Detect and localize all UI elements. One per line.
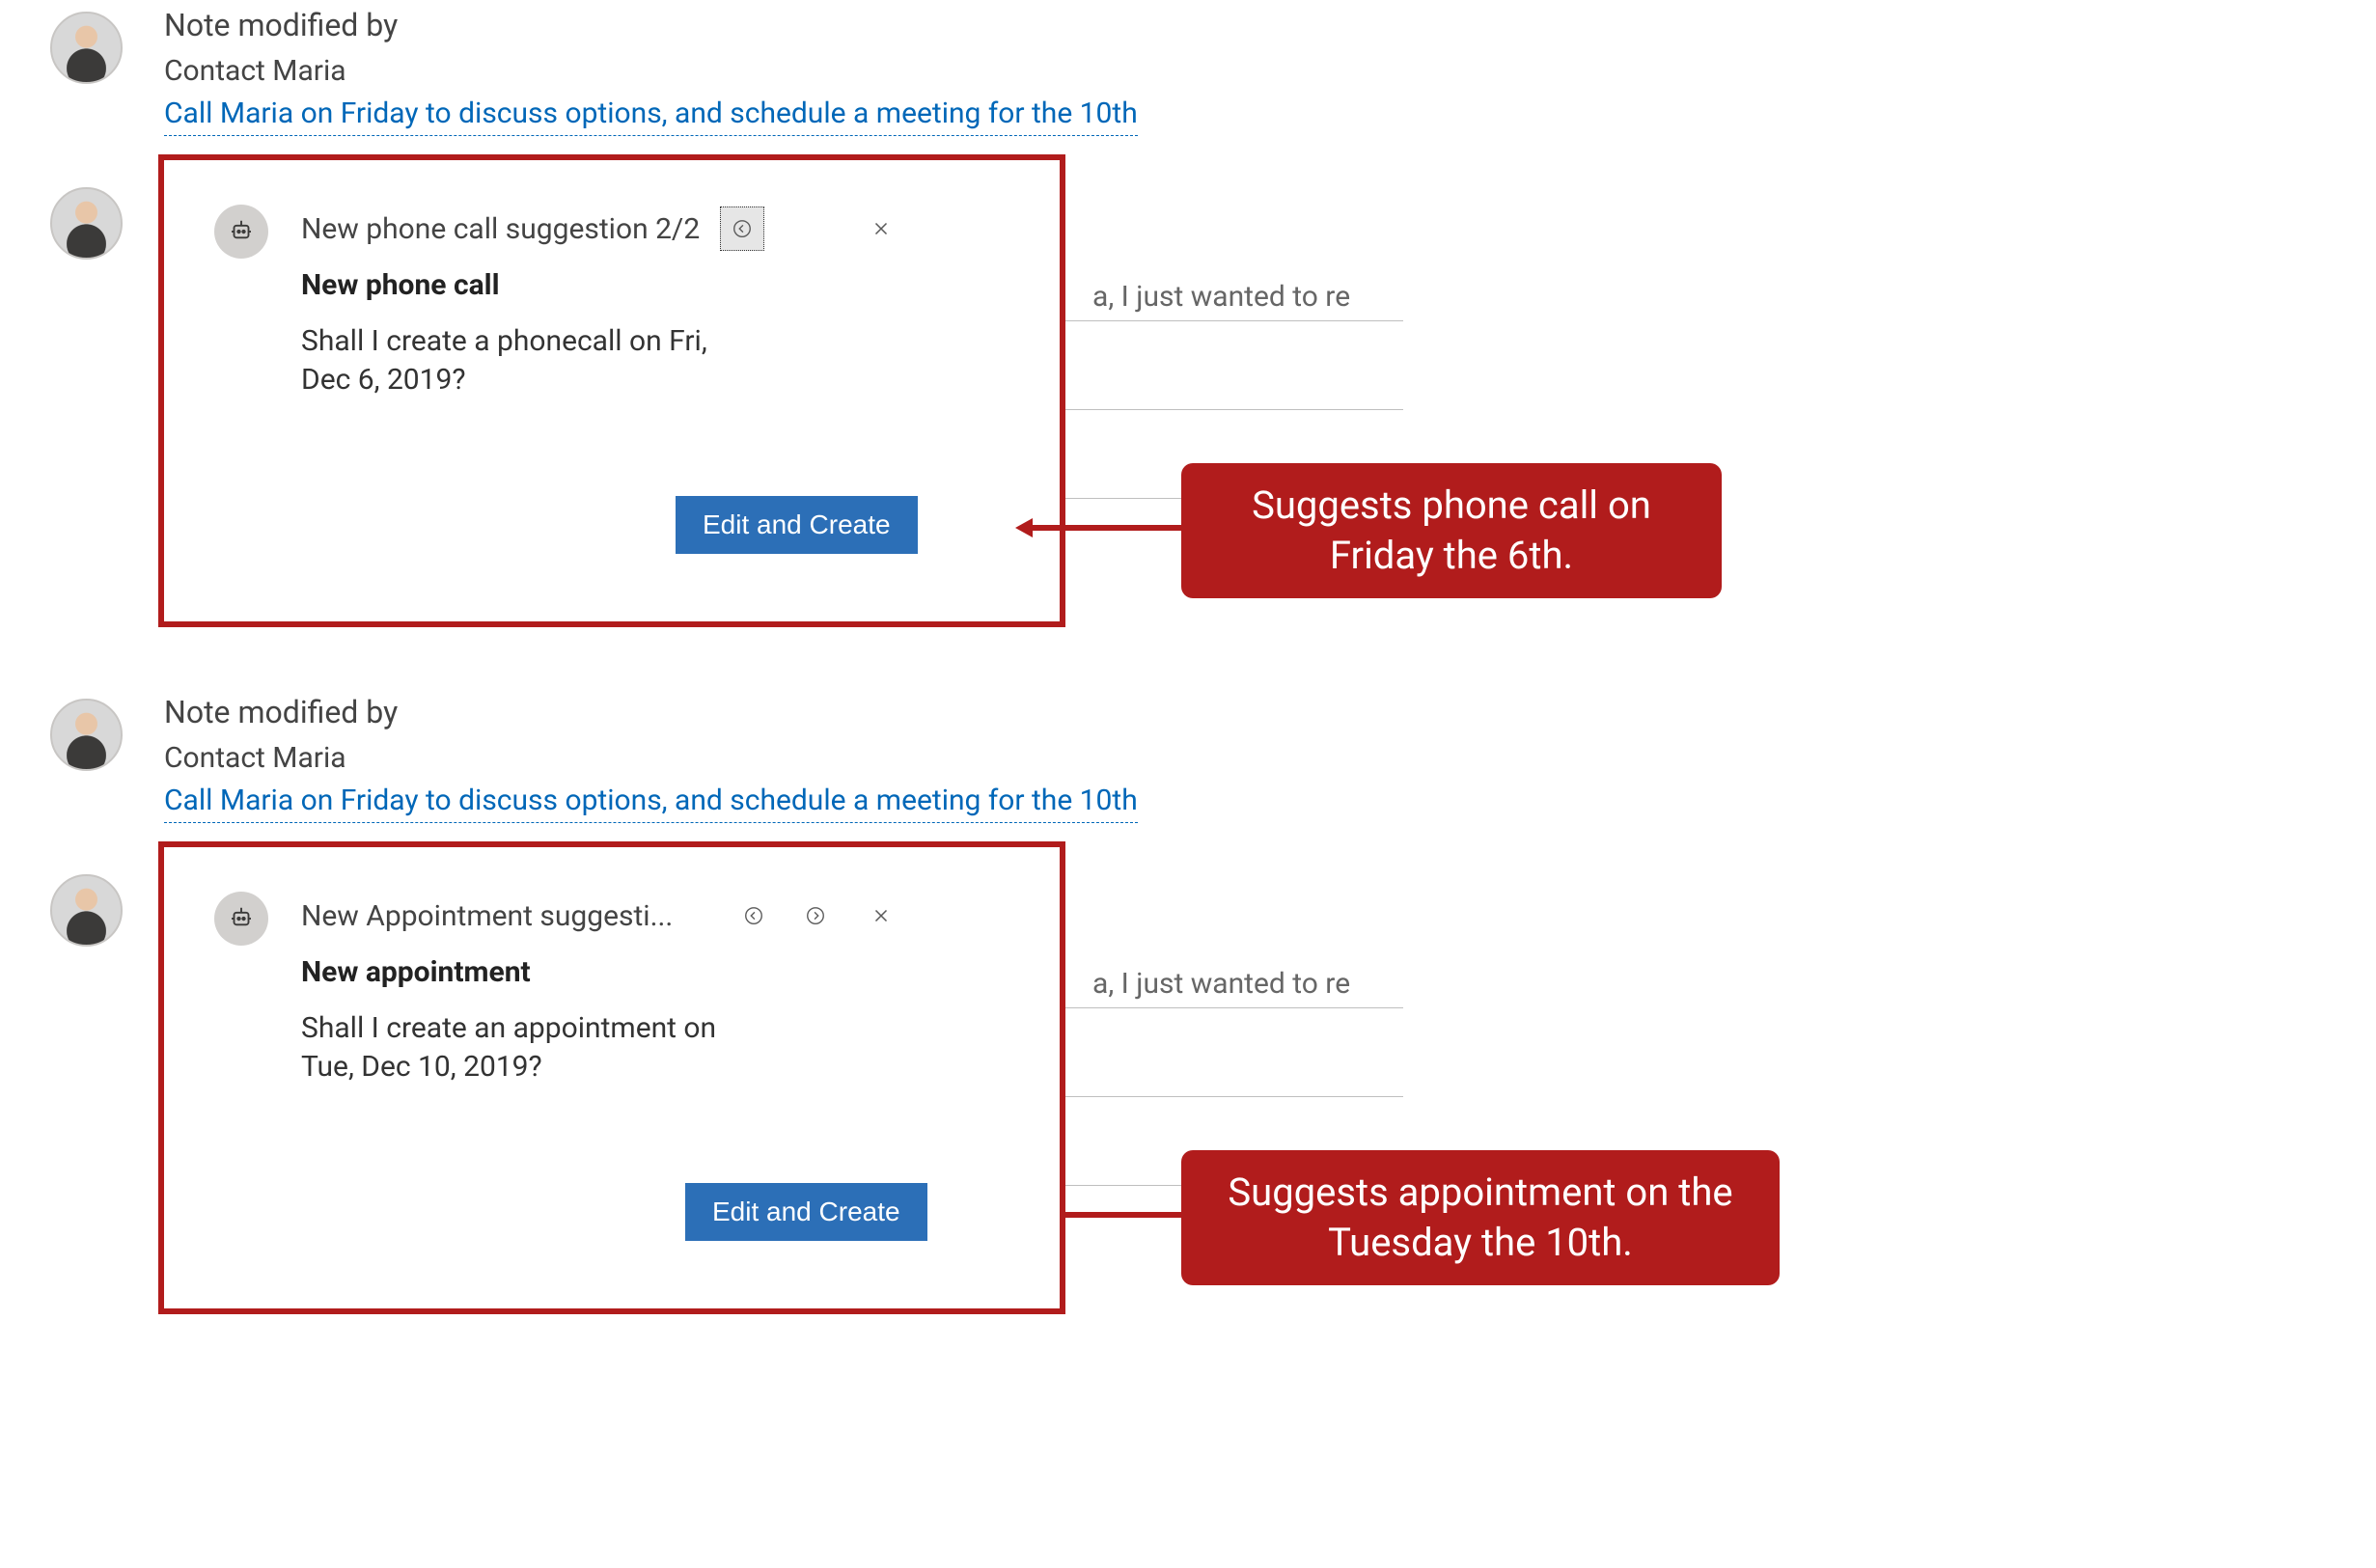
card-body: Shall I create an appointment on Tue, De… [301, 1009, 745, 1087]
card-title: New phone call suggestion 2/2 [301, 212, 700, 246]
chevron-prev-icon[interactable] [732, 894, 776, 938]
suggestion-card: New phone call suggestion 2/2 New phone … [158, 154, 1065, 627]
card-title: New Appointment suggesti... [301, 899, 673, 933]
bot-icon [214, 205, 268, 259]
annotation-text: Suggests phone call on Friday the 6th. [1208, 481, 1695, 581]
annotation-text: Suggests appointment on the Tuesday the … [1208, 1168, 1753, 1268]
note-contact: Contact Maria [164, 52, 346, 91]
ghost-fragment: a, I just wanted to re [1092, 967, 1350, 1001]
ghost-rule [1065, 1096, 1403, 1097]
note-link[interactable]: Call Maria on Friday to discuss options,… [164, 782, 1138, 823]
annotation-callout: Suggests phone call on Friday the 6th. [1181, 463, 1722, 598]
callout-connector [1065, 1212, 1181, 1218]
note-modified-by: Note modified by [164, 4, 398, 46]
callout-connector [1033, 525, 1181, 531]
chevron-next-icon[interactable] [793, 894, 838, 938]
edit-and-create-button[interactable]: Edit and Create [676, 496, 918, 554]
card-body: Shall I create a phonecall on Fri, Dec 6… [301, 322, 745, 399]
suggestion-card: New Appointment suggesti... New appointm… [158, 841, 1065, 1314]
ghost-rule [1065, 409, 1403, 410]
annotation-callout: Suggests appointment on the Tuesday the … [1181, 1150, 1780, 1285]
close-icon[interactable] [859, 206, 903, 251]
card-subtitle: New phone call [301, 268, 500, 302]
edit-and-create-button[interactable]: Edit and Create [685, 1183, 927, 1241]
avatar [50, 12, 123, 84]
avatar [50, 699, 123, 771]
note-modified-by: Note modified by [164, 691, 398, 733]
ghost-rule [1065, 1007, 1403, 1008]
avatar [50, 187, 123, 260]
avatar [50, 874, 123, 947]
close-icon[interactable] [859, 894, 903, 938]
bot-icon [214, 892, 268, 946]
note-contact: Contact Maria [164, 739, 346, 778]
card-subtitle: New appointment [301, 955, 531, 989]
ghost-fragment: a, I just wanted to re [1092, 280, 1350, 314]
ghost-rule [1065, 320, 1403, 321]
note-link[interactable]: Call Maria on Friday to discuss options,… [164, 95, 1138, 136]
callout-arrow-icon [1015, 518, 1033, 537]
chevron-prev-icon[interactable] [720, 206, 764, 251]
